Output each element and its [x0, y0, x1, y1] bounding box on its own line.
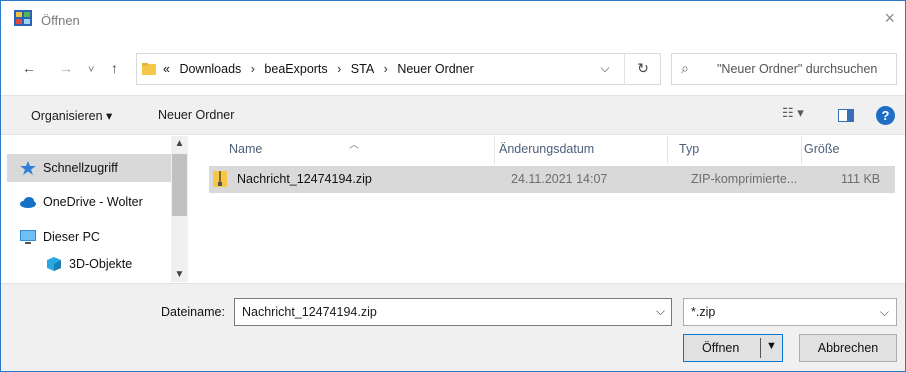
- address-dropdown-icon[interactable]: ⌵: [590, 61, 620, 76]
- column-header-size[interactable]: Größe: [804, 142, 839, 156]
- star-icon: [20, 161, 36, 175]
- forward-arrow-icon[interactable]: →: [59, 61, 73, 75]
- file-name: Nachricht_12474194.zip: [237, 172, 372, 186]
- dialog-footer: Dateiname: Nachricht_12474194.zip ⌵ *.zi…: [1, 283, 905, 371]
- breadcrumb-sta[interactable]: STA: [351, 62, 374, 76]
- search-icon: ⌕: [681, 60, 689, 76]
- filename-field[interactable]: Nachricht_12474194.zip ⌵: [234, 298, 672, 326]
- back-arrow-icon[interactable]: ←: [22, 61, 36, 75]
- breadcrumb-separator[interactable]: ›: [384, 62, 388, 76]
- sidebar-item-label: Schnellzugriff: [43, 161, 118, 175]
- view-options-icon[interactable]: ☷ ▾: [782, 105, 822, 125]
- open-file-dialog: Öffnen × ← → ˅ ↑ « Downloads › beaExport…: [0, 0, 906, 372]
- recent-locations-icon[interactable]: ˅: [88, 63, 94, 77]
- sidebar-scrollbar[interactable]: ▲ ▼: [171, 136, 188, 282]
- breadcrumb-neuer-ordner[interactable]: Neuer Ordner: [397, 62, 473, 76]
- refresh-icon[interactable]: ↻: [624, 53, 661, 85]
- filename-dropdown-icon[interactable]: ⌵: [656, 304, 665, 319]
- breadcrumb-beaexports[interactable]: beaExports: [264, 62, 327, 76]
- file-row[interactable]: Nachricht_12474194.zip 24.11.2021 14:07 …: [209, 166, 895, 193]
- breadcrumb-separator[interactable]: ›: [337, 62, 341, 76]
- new-folder-button[interactable]: Neuer Ordner: [158, 108, 234, 122]
- address-bar[interactable]: « Downloads › beaExports › STA › Neuer O…: [136, 53, 661, 85]
- sidebar-item-onedrive[interactable]: OneDrive - Wolter: [19, 188, 169, 216]
- file-type: ZIP-komprimierte...: [691, 172, 798, 186]
- app-icon: [14, 10, 32, 26]
- filename-value: Nachricht_12474194.zip: [242, 305, 377, 319]
- filename-label: Dateiname:: [161, 305, 225, 319]
- scroll-down-icon[interactable]: ▼: [171, 269, 188, 280]
- monitor-icon: [20, 230, 36, 244]
- cloud-icon: [20, 197, 36, 208]
- close-icon[interactable]: ×: [884, 9, 895, 27]
- window-title: Öffnen: [41, 13, 80, 28]
- scrollbar-thumb[interactable]: [172, 154, 187, 216]
- breadcrumb-downloads[interactable]: Downloads: [179, 62, 241, 76]
- search-input[interactable]: ⌕ "Neuer Ordner" durchsuchen: [671, 53, 897, 85]
- help-icon[interactable]: ?: [876, 106, 895, 125]
- file-list: ︿ Name Änderungsdatum Typ Größe Nachrich…: [189, 136, 905, 282]
- preview-pane-icon[interactable]: [838, 109, 854, 122]
- filetype-dropdown-icon[interactable]: ⌵: [880, 305, 889, 320]
- breadcrumb: « Downloads › beaExports › STA › Neuer O…: [163, 62, 480, 76]
- column-header-type[interactable]: Typ: [679, 142, 699, 156]
- sidebar-item-quick-access[interactable]: Schnellzugriff: [7, 154, 171, 182]
- sidebar-item-label: Dieser PC: [43, 230, 100, 244]
- open-button-label: Öffnen: [702, 341, 740, 355]
- column-header-date[interactable]: Änderungsdatum: [499, 142, 594, 156]
- scroll-up-icon[interactable]: ▲: [171, 138, 188, 149]
- sidebar-item-label: 3D-Objekte: [69, 257, 133, 271]
- up-arrow-icon[interactable]: ↑: [111, 61, 118, 75]
- open-button[interactable]: Öffnen ▼: [683, 334, 783, 362]
- file-size: 111 KB: [841, 172, 881, 186]
- column-header-name[interactable]: Name: [229, 142, 262, 156]
- column-divider[interactable]: [801, 136, 802, 164]
- file-date: 24.11.2021 14:07: [511, 172, 608, 186]
- filetype-value: *.zip: [691, 305, 716, 319]
- sort-ascending-icon: ︿: [349, 140, 359, 151]
- navigation-pane: Schnellzugriff OneDrive - Wolter Dieser …: [1, 136, 187, 282]
- search-placeholder: "Neuer Ordner" durchsuchen: [717, 62, 878, 76]
- zip-folder-icon: [213, 171, 227, 187]
- title-bar: Öffnen ×: [1, 1, 905, 39]
- breadcrumb-overflow[interactable]: «: [163, 62, 170, 76]
- sidebar-item-label: OneDrive - Wolter: [43, 195, 143, 209]
- open-dropdown-icon[interactable]: ▼: [766, 340, 777, 352]
- command-toolbar: Organisieren ▾ Neuer Ordner ☷ ▾ ?: [1, 95, 905, 135]
- split-divider: [760, 338, 761, 358]
- column-divider[interactable]: [667, 136, 668, 164]
- cancel-button[interactable]: Abbrechen: [799, 334, 897, 362]
- filetype-select[interactable]: *.zip ⌵: [683, 298, 897, 326]
- sidebar-item-this-pc[interactable]: Dieser PC: [19, 223, 169, 251]
- cube-icon: [47, 257, 61, 271]
- column-divider[interactable]: [494, 136, 495, 164]
- organize-button[interactable]: Organisieren ▾: [31, 108, 112, 123]
- folder-icon: [142, 63, 156, 75]
- breadcrumb-separator[interactable]: ›: [251, 62, 255, 76]
